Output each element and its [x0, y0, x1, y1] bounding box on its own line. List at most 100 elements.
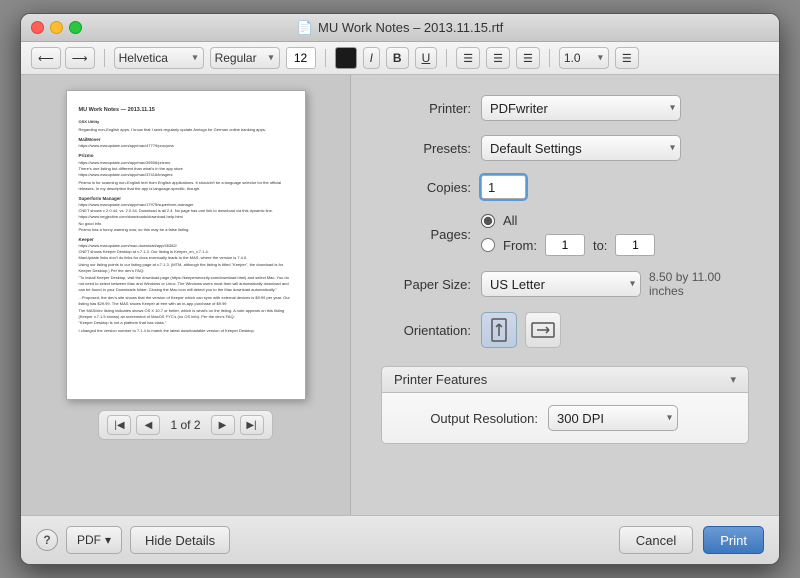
line-spacing-select[interactable]: 1.0: [559, 47, 609, 69]
align-right-icon: ☰: [523, 52, 533, 65]
main-content: MU Work Notes — 2013.11.15 OSX Utility R…: [21, 75, 779, 515]
first-page-button[interactable]: |◀: [107, 415, 131, 435]
redo-button[interactable]: ⟶: [65, 47, 95, 69]
style-select[interactable]: Regular: [210, 47, 280, 69]
align-center-icon: ☰: [493, 52, 503, 65]
redo-icon: ⟶: [72, 52, 88, 65]
pages-from-radio[interactable]: [481, 238, 495, 252]
toolbar: ⟵ ⟶ Helvetica Regular I B U: [21, 42, 779, 75]
pages-all-row: All: [481, 213, 655, 228]
divider-1: [104, 49, 105, 67]
align-left-button[interactable]: ☰: [456, 47, 480, 69]
pages-from-label: From:: [503, 238, 537, 253]
font-size-input[interactable]: [286, 47, 316, 69]
printer-row: Printer: PDFwriter: [381, 95, 749, 121]
copies-label: Copies:: [381, 180, 471, 195]
underline-icon: U: [422, 51, 431, 65]
undo-icon: ⟵: [38, 52, 54, 65]
align-left-icon: ☰: [463, 52, 473, 65]
features-header: Printer Features ▾: [381, 366, 749, 393]
divider-4: [549, 49, 550, 67]
spacing-select-wrapper: 1.0: [559, 47, 609, 69]
titlebar: 📄 MU Work Notes – 2013.11.15.rtf: [21, 14, 779, 42]
printer-select-wrapper: PDFwriter: [481, 95, 681, 121]
printer-features-section: Printer Features ▾ Output Resolution: 30…: [381, 366, 749, 444]
pages-label: Pages:: [381, 227, 471, 242]
pages-from-input[interactable]: [545, 234, 585, 256]
paper-size-select-wrapper: US Letter: [481, 271, 641, 297]
bottom-right-controls: Cancel Print: [619, 526, 764, 554]
window-title: 📄 MU Work Notes – 2013.11.15.rtf: [297, 20, 503, 36]
underline-button[interactable]: U: [415, 47, 438, 69]
output-resolution-select[interactable]: 300 DPI: [548, 405, 678, 431]
list-button[interactable]: ☰: [615, 47, 639, 69]
italic-icon: I: [370, 51, 373, 65]
next-page-button[interactable]: ▶: [211, 415, 235, 435]
paper-size-control: US Letter 8.50 by 11.00 inches: [481, 270, 749, 298]
print-button[interactable]: Print: [703, 526, 764, 554]
bold-icon: B: [393, 51, 402, 65]
pages-range-row: From: to:: [481, 234, 655, 256]
paper-size-select[interactable]: US Letter: [481, 271, 641, 297]
preview-content: MU Work Notes — 2013.11.15 OSX Utility R…: [79, 106, 293, 334]
help-button[interactable]: ?: [36, 529, 58, 551]
first-page-icon: |◀: [114, 420, 124, 431]
help-icon: ?: [43, 533, 50, 547]
bold-button[interactable]: B: [386, 47, 409, 69]
paper-size-row: Paper Size: US Letter 8.50 by 11.00 inch…: [381, 270, 749, 298]
output-resolution-select-wrapper: 300 DPI: [548, 405, 678, 431]
presets-select[interactable]: Default Settings: [481, 135, 681, 161]
align-right-button[interactable]: ☰: [516, 47, 540, 69]
font-select[interactable]: Helvetica: [114, 47, 204, 69]
document-preview-panel: MU Work Notes — 2013.11.15 OSX Utility R…: [21, 75, 351, 515]
italic-button[interactable]: I: [363, 47, 380, 69]
font-color-button[interactable]: [335, 47, 357, 69]
bottom-left-controls: ? PDF ▾ Hide Details: [36, 526, 230, 554]
last-page-button[interactable]: ▶|: [240, 415, 264, 435]
divider-3: [446, 49, 447, 67]
align-center-button[interactable]: ☰: [486, 47, 510, 69]
portrait-orientation-button[interactable]: [481, 312, 517, 348]
pages-to-input[interactable]: [615, 234, 655, 256]
features-title: Printer Features: [394, 372, 487, 387]
print-dialog-window: 📄 MU Work Notes – 2013.11.15.rtf ⟵ ⟶ Hel…: [20, 13, 780, 565]
orientation-row: Orientation:: [381, 312, 749, 348]
pages-all-radio[interactable]: [481, 214, 495, 228]
cancel-button[interactable]: Cancel: [619, 526, 693, 554]
prev-page-button[interactable]: ◀: [136, 415, 160, 435]
hide-details-button[interactable]: Hide Details: [130, 526, 230, 554]
portrait-icon: [490, 318, 508, 342]
close-button[interactable]: [31, 21, 44, 34]
pdf-button[interactable]: PDF ▾: [66, 526, 122, 554]
font-select-wrapper: Helvetica: [114, 47, 204, 69]
last-page-icon: ▶|: [246, 420, 256, 431]
presets-row: Presets: Default Settings: [381, 135, 749, 161]
copies-row: Copies:: [381, 175, 749, 199]
minimize-button[interactable]: [50, 21, 63, 34]
traffic-lights: [31, 21, 82, 34]
presets-label: Presets:: [381, 141, 471, 156]
undo-redo-group: ⟵ ⟶: [31, 47, 95, 69]
paper-size-label: Paper Size:: [381, 277, 471, 292]
printer-control: PDFwriter: [481, 95, 749, 121]
pages-to-label: to:: [593, 238, 607, 253]
pages-radio-group: All From: to:: [481, 213, 655, 256]
output-resolution-label: Output Resolution:: [398, 411, 538, 426]
landscape-orientation-button[interactable]: [525, 312, 561, 348]
pdf-label: PDF: [77, 533, 101, 547]
output-resolution-control: 300 DPI: [548, 405, 732, 431]
list-icon: ☰: [622, 52, 632, 65]
printer-label: Printer:: [381, 101, 471, 116]
features-chevron-icon: ▾: [730, 373, 736, 386]
printer-select[interactable]: PDFwriter: [481, 95, 681, 121]
bottom-bar: ? PDF ▾ Hide Details Cancel Print: [21, 515, 779, 564]
features-body: Output Resolution: 300 DPI: [381, 393, 749, 444]
maximize-button[interactable]: [69, 21, 82, 34]
output-resolution-row: Output Resolution: 300 DPI: [398, 405, 732, 431]
prev-page-icon: ◀: [145, 420, 153, 431]
presets-control: Default Settings: [481, 135, 749, 161]
copies-input[interactable]: [481, 175, 526, 199]
undo-button[interactable]: ⟵: [31, 47, 61, 69]
page-preview: MU Work Notes — 2013.11.15 OSX Utility R…: [66, 90, 306, 400]
pages-all-label: All: [503, 213, 517, 228]
